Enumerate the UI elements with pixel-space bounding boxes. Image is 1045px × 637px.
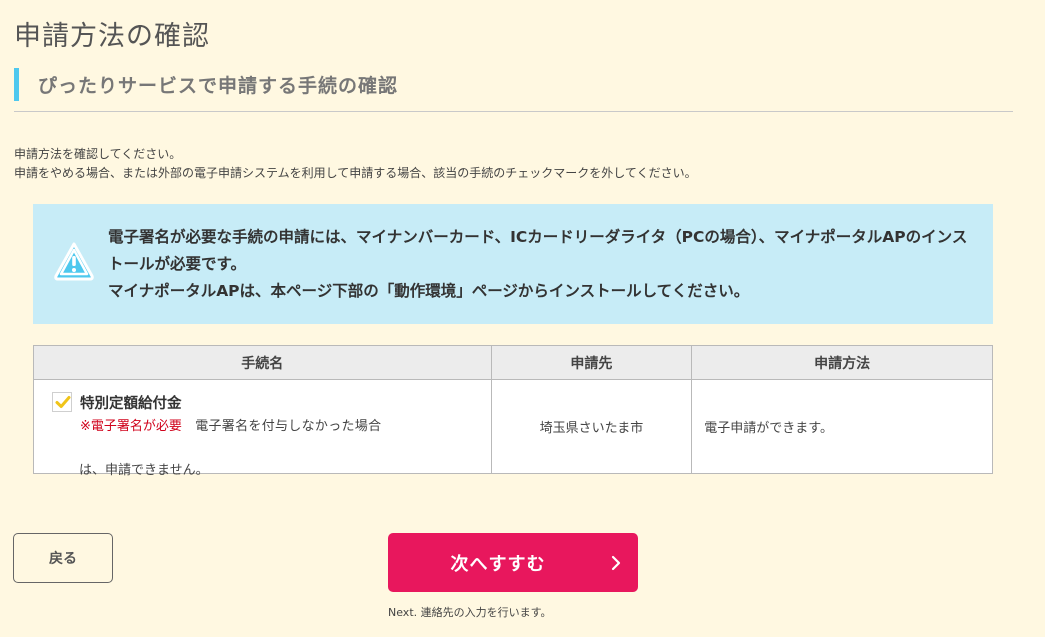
notice-box: 電子署名が必要な手続の申請には、マイナンバーカード、ICカードリーダライタ（PC… [33, 204, 993, 324]
instructions: 申請方法を確認してください。 申請をやめる場合、または外部の電子申請システムを利… [14, 145, 697, 183]
check-icon [55, 396, 71, 408]
notice-line-2: マイナポータルAPは、本ページ下部の「動作環境」ページからインストールしてくださ… [108, 282, 750, 300]
section-heading-text: ぴったりサービスで申請する手続の確認 [38, 75, 399, 97]
signature-required-label: ※電子署名が必要 [80, 419, 182, 434]
notice-text: 電子署名が必要な手続の申請には、マイナンバーカード、ICカードリーダライタ（PC… [108, 224, 978, 305]
header-method: 申請方法 [691, 345, 993, 380]
table-header-row: 手続名 申請先 申請方法 [33, 345, 993, 380]
header-procedure-name: 手続名 [33, 345, 492, 380]
notice-line-1: 電子署名が必要な手続の申請には、マイナンバーカード、ICカードリーダライタ（PC… [108, 228, 968, 273]
instruction-line-1: 申請方法を確認してください。 [14, 147, 182, 161]
page-title: 申請方法の確認 [14, 21, 210, 52]
procedure-note-text: 電子署名を付与しなかった場合 [181, 419, 382, 434]
back-button[interactable]: 戻る [13, 533, 113, 583]
procedure-table: 手続名 申請先 申請方法 特別定額給付金 ※電子署名が必要 電子署名を付与しなか… [33, 345, 993, 478]
procedure-note-line-2: は、申請できません。 [79, 463, 209, 478]
table-row: 特別定額給付金 ※電子署名が必要 電子署名を付与しなかった場合 は、申請できませ… [33, 379, 993, 478]
instruction-line-2: 申請をやめる場合、または外部の電子申請システムを利用して申請する場合、該当の手続… [14, 166, 697, 180]
section-heading: ぴったりサービスで申請する手続の確認 [14, 68, 1013, 112]
next-button[interactable]: 次へすすむ [388, 533, 638, 592]
destination-cell: 埼玉県さいたま市 [490, 379, 693, 474]
next-caption: Next. 連絡先の入力を行います。 [388, 606, 552, 619]
chevron-right-icon [609, 555, 623, 571]
method-cell: 電子申請ができます。 [691, 379, 993, 474]
warning-icon [53, 241, 95, 281]
procedure-name: 特別定額給付金 [80, 396, 182, 412]
procedure-cell: 特別定額給付金 ※電子署名が必要 電子署名を付与しなかった場合 は、申請できませ… [33, 379, 492, 478]
procedure-note: ※電子署名が必要 電子署名を付与しなかった場合 は、申請できません。 [79, 416, 460, 478]
section-accent-bar [14, 68, 19, 101]
procedure-checkbox[interactable] [52, 392, 72, 412]
next-button-label: 次へすすむ [450, 554, 546, 575]
header-destination: 申請先 [490, 345, 693, 380]
